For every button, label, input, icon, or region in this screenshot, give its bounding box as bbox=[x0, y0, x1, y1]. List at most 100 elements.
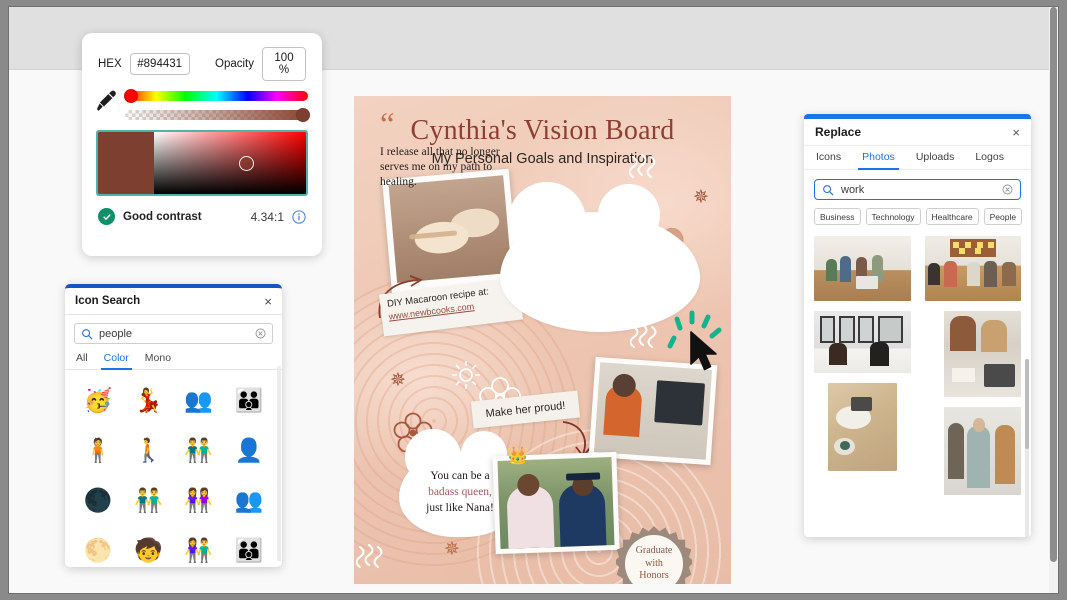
tab-logos[interactable]: Logos bbox=[975, 146, 1004, 169]
tab-all[interactable]: All bbox=[76, 349, 88, 369]
category-chips: Business Technology Healthcare People bbox=[804, 206, 1031, 232]
icon-search-tabs: All Color Mono bbox=[65, 349, 282, 370]
icon-search-row: people bbox=[65, 315, 282, 349]
photo-results-scrollbar[interactable] bbox=[1025, 359, 1029, 537]
people-celebrating-icon[interactable]: 🥳 bbox=[73, 376, 123, 424]
photo-two-women-window[interactable] bbox=[814, 311, 911, 373]
two-men-holding-hands-icon[interactable]: 👬 bbox=[123, 476, 173, 524]
clear-circle-icon[interactable] bbox=[1002, 184, 1013, 195]
graduate-honors-badge[interactable]: Graduate with Honors bbox=[616, 526, 692, 584]
icon-search-title: Icon Search bbox=[75, 295, 141, 307]
close-icon[interactable]: × bbox=[1012, 126, 1020, 139]
replace-header: Replace × bbox=[804, 119, 1031, 146]
window-vertical-scrollbar[interactable] bbox=[1049, 7, 1058, 593]
family-outline-icon[interactable]: 👪 bbox=[224, 526, 274, 567]
search-icon bbox=[823, 184, 834, 195]
photo-column-left bbox=[814, 236, 911, 495]
tab-color[interactable]: Color bbox=[100, 349, 132, 370]
photo-column-right bbox=[924, 236, 1021, 495]
eyedropper-icon[interactable] bbox=[96, 87, 116, 121]
info-icon[interactable] bbox=[292, 209, 306, 224]
saturation-pointer[interactable] bbox=[239, 155, 255, 171]
tab-icons[interactable]: Icons bbox=[816, 146, 841, 169]
contrast-row: Good contrast 4.34:1 bbox=[82, 196, 322, 225]
icon-search-header: Icon Search × bbox=[65, 288, 282, 315]
two-people-purple-icon[interactable]: 👫 bbox=[174, 526, 224, 567]
crowd-resize-icon[interactable]: 👬 bbox=[174, 426, 224, 474]
check-circle-icon bbox=[98, 208, 115, 225]
couple-sticker-icon[interactable]: 👭 bbox=[174, 476, 224, 524]
woman-full-body-icon[interactable]: 🧍 bbox=[73, 426, 123, 474]
chip-people[interactable]: People bbox=[983, 208, 1023, 225]
sun-doodle-icon bbox=[452, 361, 480, 389]
photo-search-input[interactable]: work bbox=[841, 184, 995, 196]
hue-slider-handle[interactable] bbox=[124, 88, 138, 103]
tab-uploads[interactable]: Uploads bbox=[916, 146, 955, 169]
clear-circle-icon[interactable] bbox=[255, 328, 266, 339]
sliders-group bbox=[124, 88, 310, 122]
nana-quote-block: You can be a badass queen, just like Nan… bbox=[401, 468, 519, 516]
icon-search-field[interactable]: people bbox=[74, 323, 273, 344]
tab-photos[interactable]: Photos bbox=[858, 146, 899, 170]
chip-technology[interactable]: Technology bbox=[865, 208, 921, 225]
icon-grid-scrollbar[interactable] bbox=[277, 366, 281, 561]
saturation-gradient[interactable] bbox=[154, 132, 306, 194]
nana-line-1: You can be a bbox=[430, 470, 490, 482]
icon-results-grid: 🥳 💃 👥 👪 🧍 🚶 👬 👤 🌑 👬 👭 👥 🌕 🧒 👫 👪 bbox=[65, 370, 282, 567]
scrollbar-thumb[interactable] bbox=[1025, 359, 1029, 449]
group-purple-icon[interactable]: 👤 bbox=[224, 426, 274, 474]
alpha-slider[interactable] bbox=[125, 107, 310, 122]
badge-line-3: Honors bbox=[639, 570, 669, 582]
photo-results-area bbox=[804, 232, 1031, 527]
opacity-label: Opacity bbox=[215, 58, 254, 70]
badge-line-2: with bbox=[645, 557, 663, 569]
mouse-cursor bbox=[667, 310, 734, 380]
photo-colleagues-documents[interactable] bbox=[943, 311, 1021, 397]
opacity-input[interactable]: 100 % bbox=[262, 47, 306, 81]
macaroon-image bbox=[388, 175, 512, 283]
photo-desk-overhead-coffee[interactable] bbox=[827, 383, 897, 471]
two-users-blue-icon[interactable]: 👥 bbox=[224, 476, 274, 524]
photo-brainstorm-table[interactable] bbox=[924, 236, 1021, 301]
arrow-pointer-icon bbox=[690, 331, 717, 371]
replace-panel[interactable]: Replace × Icons Photos Uploads Logos wor… bbox=[804, 114, 1031, 537]
icon-search-panel[interactable]: Icon Search × people All Color Mono 🥳 💃 … bbox=[65, 284, 282, 567]
teamwork-selected-icon[interactable]: 👥 bbox=[174, 376, 224, 424]
hue-slider[interactable] bbox=[124, 88, 308, 103]
squiggle-doodle-bottom-icon bbox=[356, 544, 383, 568]
hex-input[interactable]: #894431 bbox=[129, 53, 190, 75]
icon-search-input[interactable]: people bbox=[99, 328, 249, 340]
color-picker-popover[interactable]: HEX #894431 Opacity 100 % Good contrast … bbox=[82, 33, 322, 256]
tab-mono[interactable]: Mono bbox=[145, 349, 171, 369]
woman-circle-avatar-icon[interactable]: 🌕 bbox=[73, 526, 123, 567]
contrast-status-label: Good contrast bbox=[123, 210, 202, 223]
person-circle-avatar-icon[interactable]: 🌑 bbox=[73, 476, 123, 524]
photo-office-standing-group[interactable] bbox=[943, 407, 1021, 495]
monitor-shape bbox=[654, 380, 706, 426]
saturation-box[interactable] bbox=[96, 130, 308, 196]
group-framed-icon[interactable]: 👪 bbox=[224, 376, 274, 424]
screen: Cynthia's Vision Board My Personal Goals… bbox=[0, 0, 1067, 600]
current-color-swatch bbox=[98, 132, 154, 194]
close-icon[interactable]: × bbox=[264, 295, 272, 308]
replace-title: Replace bbox=[815, 125, 862, 139]
woman-standing-icon[interactable]: 💃 bbox=[123, 376, 173, 424]
squiggle-doodle-mid-icon bbox=[630, 324, 657, 348]
alpha-slider-handle[interactable] bbox=[296, 107, 310, 122]
chip-business[interactable]: Business bbox=[814, 208, 861, 225]
window-scrollbar-thumb[interactable] bbox=[1050, 7, 1057, 562]
asterisk-flower-bottomleft-icon: ✵ bbox=[444, 539, 460, 560]
chip-healthcare[interactable]: Healthcare bbox=[925, 208, 979, 225]
asterisk-flower-left-icon: ✵ bbox=[390, 370, 406, 391]
photo-search-field[interactable]: work bbox=[814, 179, 1021, 200]
badge-inner-circle: Graduate with Honors bbox=[625, 535, 683, 584]
quote-text: I release all that no longer serves me o… bbox=[380, 146, 500, 189]
photo-team-meeting-lounge[interactable] bbox=[814, 236, 911, 301]
child-standing-icon[interactable]: 🧒 bbox=[123, 526, 173, 567]
squiggle-doodle-top-icon bbox=[629, 154, 656, 178]
replace-search-row: work bbox=[804, 170, 1031, 206]
photo-results-grid bbox=[814, 236, 1021, 495]
badge-line-1: Graduate bbox=[635, 545, 673, 557]
man-full-body-icon[interactable]: 🚶 bbox=[123, 426, 173, 474]
grad-cap-shape bbox=[565, 472, 601, 481]
